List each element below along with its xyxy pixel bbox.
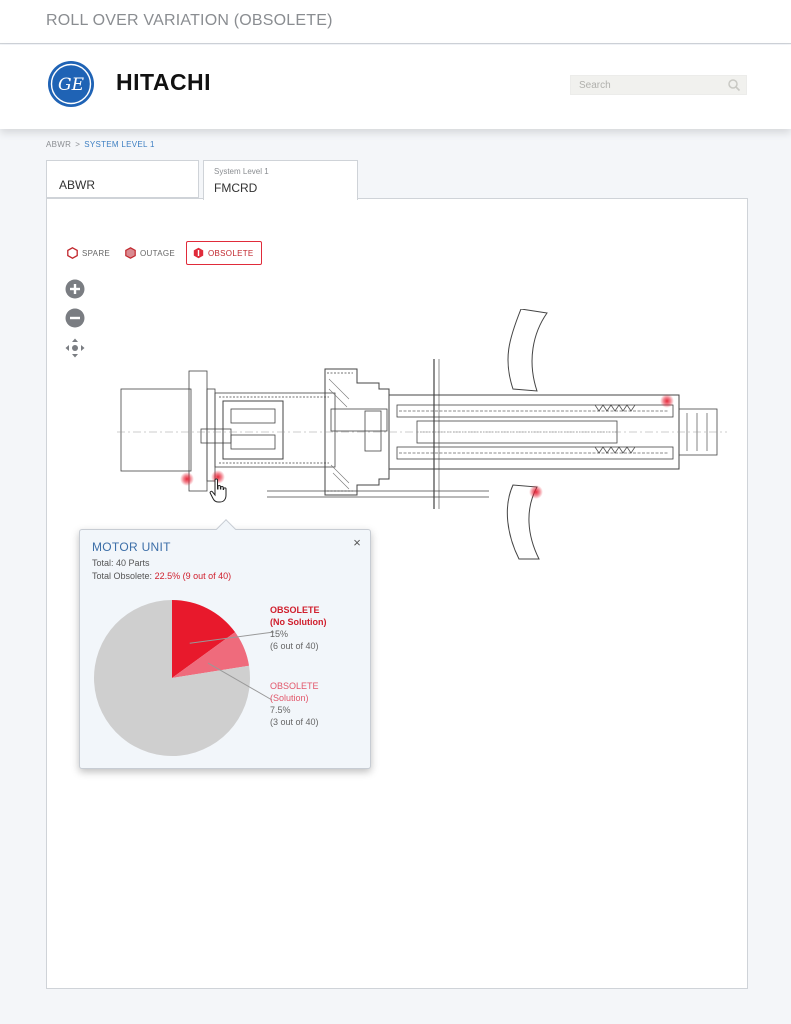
zoom-out-icon[interactable] bbox=[65, 308, 85, 328]
filter-label: SPARE bbox=[82, 248, 111, 258]
hotspot-motor-left[interactable] bbox=[180, 472, 194, 486]
hexagon-outline-icon bbox=[67, 247, 78, 259]
total-obsolete: Total Obsolete: 22.5% (9 out of 40) bbox=[92, 571, 231, 581]
search-input[interactable] bbox=[571, 76, 721, 94]
zoom-in-icon[interactable] bbox=[65, 279, 85, 299]
pan-icon[interactable] bbox=[65, 338, 85, 358]
hand-cursor-icon bbox=[209, 478, 227, 503]
legend-count: (6 out of 40) bbox=[270, 641, 319, 651]
tab-abwr[interactable]: ABWR bbox=[46, 160, 199, 198]
fmcrd-technical-drawing bbox=[117, 309, 727, 560]
total-obsolete-label: Total Obsolete: bbox=[92, 571, 153, 581]
tab-sublabel: System Level 1 bbox=[214, 167, 269, 176]
breadcrumb-separator: > bbox=[75, 140, 81, 149]
tab-label: FMCRD bbox=[214, 181, 258, 195]
legend-name: OBSOLETE bbox=[270, 605, 320, 615]
filter-outage[interactable]: OUTAGE bbox=[125, 241, 175, 265]
popup-title: MOTOR UNIT bbox=[92, 540, 171, 554]
legend-name-sub: (Solution) bbox=[270, 693, 309, 703]
legend-name: OBSOLETE bbox=[270, 681, 319, 691]
search-box[interactable] bbox=[570, 75, 747, 95]
breadcrumb-current[interactable]: SYSTEM LEVEL 1 bbox=[84, 140, 155, 149]
title-bar: ROLL OVER VARIATION (OBSOLETE) bbox=[0, 0, 791, 44]
page-title: ROLL OVER VARIATION (OBSOLETE) bbox=[46, 12, 333, 29]
close-icon[interactable]: × bbox=[351, 536, 363, 549]
filter-label: OUTAGE bbox=[140, 248, 175, 258]
legend-count: (3 out of 40) bbox=[270, 717, 319, 727]
header: GE HITACHI bbox=[0, 45, 791, 129]
ge-logo[interactable]: GE bbox=[47, 60, 95, 108]
legend-solution: OBSOLETE (Solution) 7.5% (3 out of 40) bbox=[270, 680, 366, 728]
filter-obsolete[interactable]: OBSOLETE bbox=[186, 241, 262, 265]
breadcrumb: ABWR > SYSTEM LEVEL 1 bbox=[46, 140, 155, 149]
legend-no-solution: OBSOLETE (No Solution) 15% (6 out of 40) bbox=[270, 604, 366, 652]
hitachi-logo: HITACHI bbox=[116, 69, 212, 95]
filter-spare[interactable]: SPARE bbox=[67, 241, 110, 265]
legend-percent: 15% bbox=[270, 629, 289, 639]
breadcrumb-root[interactable]: ABWR bbox=[46, 140, 71, 149]
legend-percent: 7.5% bbox=[270, 705, 291, 715]
hexagon-filled-icon bbox=[125, 247, 136, 259]
hexagon-alert-icon bbox=[193, 247, 204, 259]
ge-logo-text: GE bbox=[58, 75, 85, 95]
total-parts: Total: 40 Parts bbox=[92, 558, 150, 568]
hotspot-right-top[interactable] bbox=[660, 394, 674, 408]
tab-label: ABWR bbox=[59, 178, 95, 192]
diagram-panel: SPARE OUTAGE OBSOLETE MOTOR UNIT × Total… bbox=[46, 198, 748, 989]
part-details-popup: MOTOR UNIT × Total: 40 Parts Total Obsol… bbox=[79, 519, 371, 769]
filter-label: OBSOLETE bbox=[208, 248, 254, 258]
legend-name-sub: (No Solution) bbox=[270, 617, 327, 627]
search-icon[interactable] bbox=[727, 78, 741, 92]
hotspot-arm-bottom[interactable] bbox=[529, 485, 543, 499]
tab-fmcrd[interactable]: System Level 1 FMCRD bbox=[203, 160, 358, 200]
total-obsolete-value: 22.5% (9 out of 40) bbox=[154, 571, 232, 581]
obsolete-pie-chart bbox=[94, 600, 275, 756]
